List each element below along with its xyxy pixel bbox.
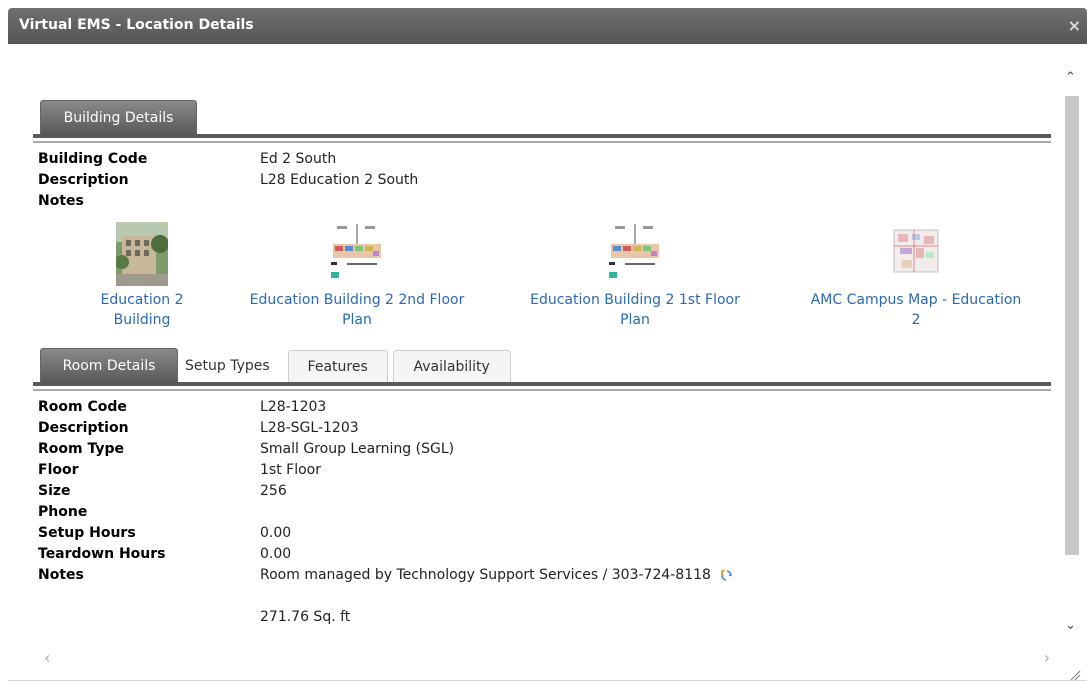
tab-building-details[interactable]: Building Details bbox=[40, 100, 197, 134]
building-tabs: Building Details bbox=[40, 100, 202, 134]
tab-features[interactable]: Features bbox=[287, 350, 388, 382]
field-label: Building Code bbox=[38, 151, 148, 167]
building-tab-rule bbox=[33, 134, 1051, 143]
building-images: Education 2 Building Education Building … bbox=[32, 222, 1052, 332]
field-label: Description bbox=[38, 420, 129, 436]
tab-room-details[interactable]: Room Details bbox=[40, 348, 178, 382]
field-label: Teardown Hours bbox=[38, 546, 166, 562]
scroll-right-icon[interactable]: › bbox=[1044, 648, 1050, 667]
caption-line: Building bbox=[113, 312, 171, 328]
field-value: 256 bbox=[260, 483, 287, 499]
field-label: Description bbox=[38, 172, 129, 188]
scroll-down-icon[interactable]: ⌄ bbox=[1065, 618, 1076, 633]
scroll-up-icon[interactable]: ⌃ bbox=[1065, 70, 1076, 85]
caption-line: Education Building 2 2nd Floor bbox=[249, 292, 465, 308]
field-label: Room Type bbox=[38, 441, 125, 457]
image-education-building[interactable]: Education 2 Building bbox=[72, 222, 212, 330]
image-floor-plan-2nd[interactable]: Education Building 2 2nd Floor Plan bbox=[232, 222, 482, 330]
dialog-title: Virtual EMS - Location Details bbox=[19, 17, 254, 33]
field-value: 0.00 bbox=[260, 525, 292, 541]
phone-call-icon[interactable] bbox=[718, 568, 734, 582]
tab-label: Features bbox=[307, 358, 368, 375]
field-value: Ed 2 South bbox=[260, 151, 337, 167]
vertical-scrollbar[interactable]: ⌃ ⌄ bbox=[1063, 65, 1081, 637]
close-icon[interactable]: × bbox=[1068, 16, 1081, 35]
room-tab-rule bbox=[33, 382, 1051, 391]
image-floor-plan-1st[interactable]: Education Building 2 1st Floor Plan bbox=[510, 222, 760, 330]
field-label: Notes bbox=[38, 193, 84, 209]
notes-text: Room managed by Technology Support Servi… bbox=[260, 567, 711, 583]
scrollbar-thumb[interactable] bbox=[1065, 96, 1079, 555]
dialog-bottom-border bbox=[8, 680, 1087, 681]
image-caption[interactable]: AMC Campus Map - Education 2 bbox=[792, 290, 1040, 330]
field-value: 1st Floor bbox=[260, 462, 321, 478]
field-label: Phone bbox=[38, 504, 88, 520]
floor-plan-icon bbox=[327, 222, 387, 286]
floor-plan-icon bbox=[605, 222, 665, 286]
field-value: Small Group Learning (SGL) bbox=[260, 441, 455, 457]
building-photo-icon bbox=[116, 222, 168, 286]
image-caption[interactable]: Education Building 2 2nd Floor Plan bbox=[232, 290, 482, 330]
caption-line: Plan bbox=[342, 312, 372, 328]
field-label: Room Code bbox=[38, 399, 127, 415]
field-value: L28-SGL-1203 bbox=[260, 420, 359, 436]
field-value: L28-1203 bbox=[260, 399, 327, 415]
tab-label: Availability bbox=[413, 358, 490, 375]
caption-line: Plan bbox=[620, 312, 650, 328]
campus-map-icon bbox=[892, 222, 940, 286]
field-label: Notes bbox=[38, 567, 84, 583]
caption-line: 2 bbox=[911, 312, 921, 328]
field-label: Setup Hours bbox=[38, 525, 136, 541]
tab-setup-types[interactable]: Setup Types bbox=[183, 350, 272, 382]
field-value: L28 Education 2 South bbox=[260, 172, 419, 188]
horizontal-scrollbar[interactable]: ‹ › bbox=[30, 648, 1060, 667]
field-label: Floor bbox=[38, 462, 79, 478]
image-caption[interactable]: Education 2 Building bbox=[72, 290, 212, 330]
tab-label: Setup Types bbox=[185, 358, 270, 374]
image-campus-map[interactable]: AMC Campus Map - Education 2 bbox=[792, 222, 1040, 330]
caption-line: Education Building 2 1st Floor bbox=[530, 292, 740, 308]
field-value: Room managed by Technology Support Servi… bbox=[260, 565, 734, 586]
field-label: Size bbox=[38, 483, 71, 499]
image-caption[interactable]: Education Building 2 1st Floor Plan bbox=[510, 290, 760, 330]
tab-availability[interactable]: Availability bbox=[392, 350, 511, 382]
scroll-left-icon[interactable]: ‹ bbox=[44, 648, 50, 667]
field-value: 0.00 bbox=[260, 546, 292, 562]
dialog-titlebar: Virtual EMS - Location Details × bbox=[8, 8, 1087, 44]
notes-extra-text: 271.76 Sq. ft bbox=[260, 609, 351, 625]
caption-line: AMC Campus Map - Education bbox=[810, 292, 1022, 308]
room-tabs: Room Details Setup Types Features Availa… bbox=[40, 348, 516, 382]
caption-line: Education 2 bbox=[100, 292, 184, 308]
tab-label: Building Details bbox=[63, 109, 174, 126]
tab-label: Room Details bbox=[62, 357, 156, 374]
